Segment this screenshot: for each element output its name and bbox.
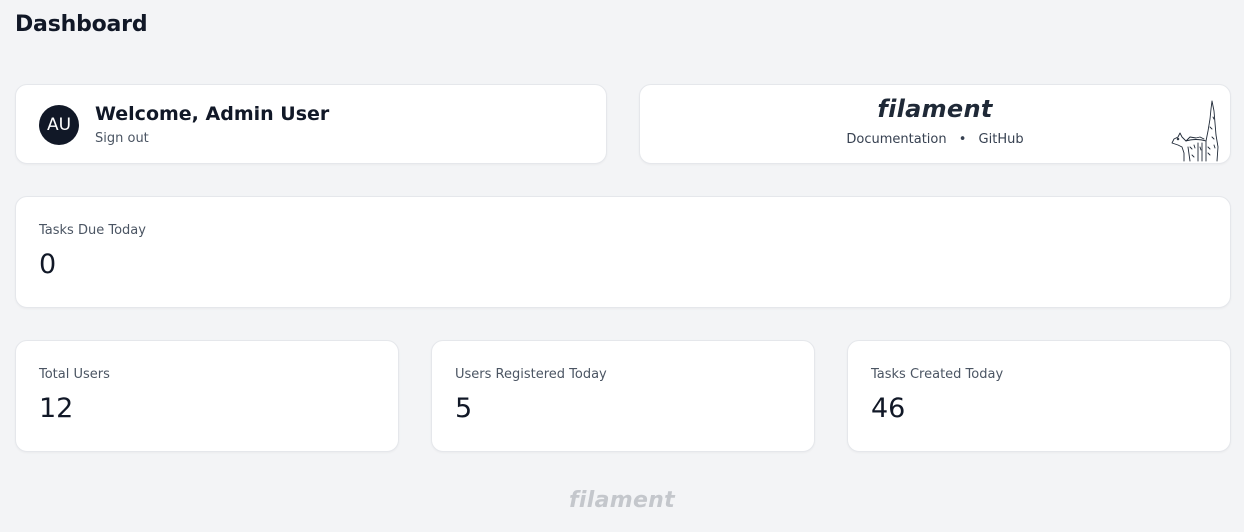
dog-mascot-icon <box>1171 100 1219 162</box>
filament-info-card: filament Documentation • GitHub <box>639 84 1231 164</box>
welcome-heading: Welcome, Admin User <box>95 103 330 125</box>
stat-label: Tasks Due Today <box>39 223 146 238</box>
stat-users-registered-today: Users Registered Today 5 <box>431 340 815 452</box>
stat-label: Total Users <box>39 367 110 382</box>
stat-label: Tasks Created Today <box>871 367 1004 382</box>
stat-value: 12 <box>39 393 74 424</box>
stat-tasks-created-today: Tasks Created Today 46 <box>847 340 1231 452</box>
stat-label: Users Registered Today <box>455 367 607 382</box>
documentation-link[interactable]: Documentation <box>846 132 946 147</box>
page-title: Dashboard <box>15 12 148 37</box>
stat-value: 5 <box>455 393 473 424</box>
footer-filament-logo: filament <box>569 488 675 513</box>
link-separator: • <box>958 132 967 147</box>
stat-value: 0 <box>39 249 57 280</box>
filament-logo: filament <box>877 95 993 123</box>
welcome-card: AU Welcome, Admin User Sign out <box>15 84 607 164</box>
stat-value: 46 <box>871 393 906 424</box>
stat-tasks-due-today: Tasks Due Today 0 <box>15 196 1231 308</box>
info-links: Documentation • GitHub <box>640 132 1230 147</box>
avatar[interactable]: AU <box>39 105 79 145</box>
github-link[interactable]: GitHub <box>979 132 1024 147</box>
sign-out-button[interactable]: Sign out <box>95 131 149 146</box>
stat-total-users: Total Users 12 <box>15 340 399 452</box>
